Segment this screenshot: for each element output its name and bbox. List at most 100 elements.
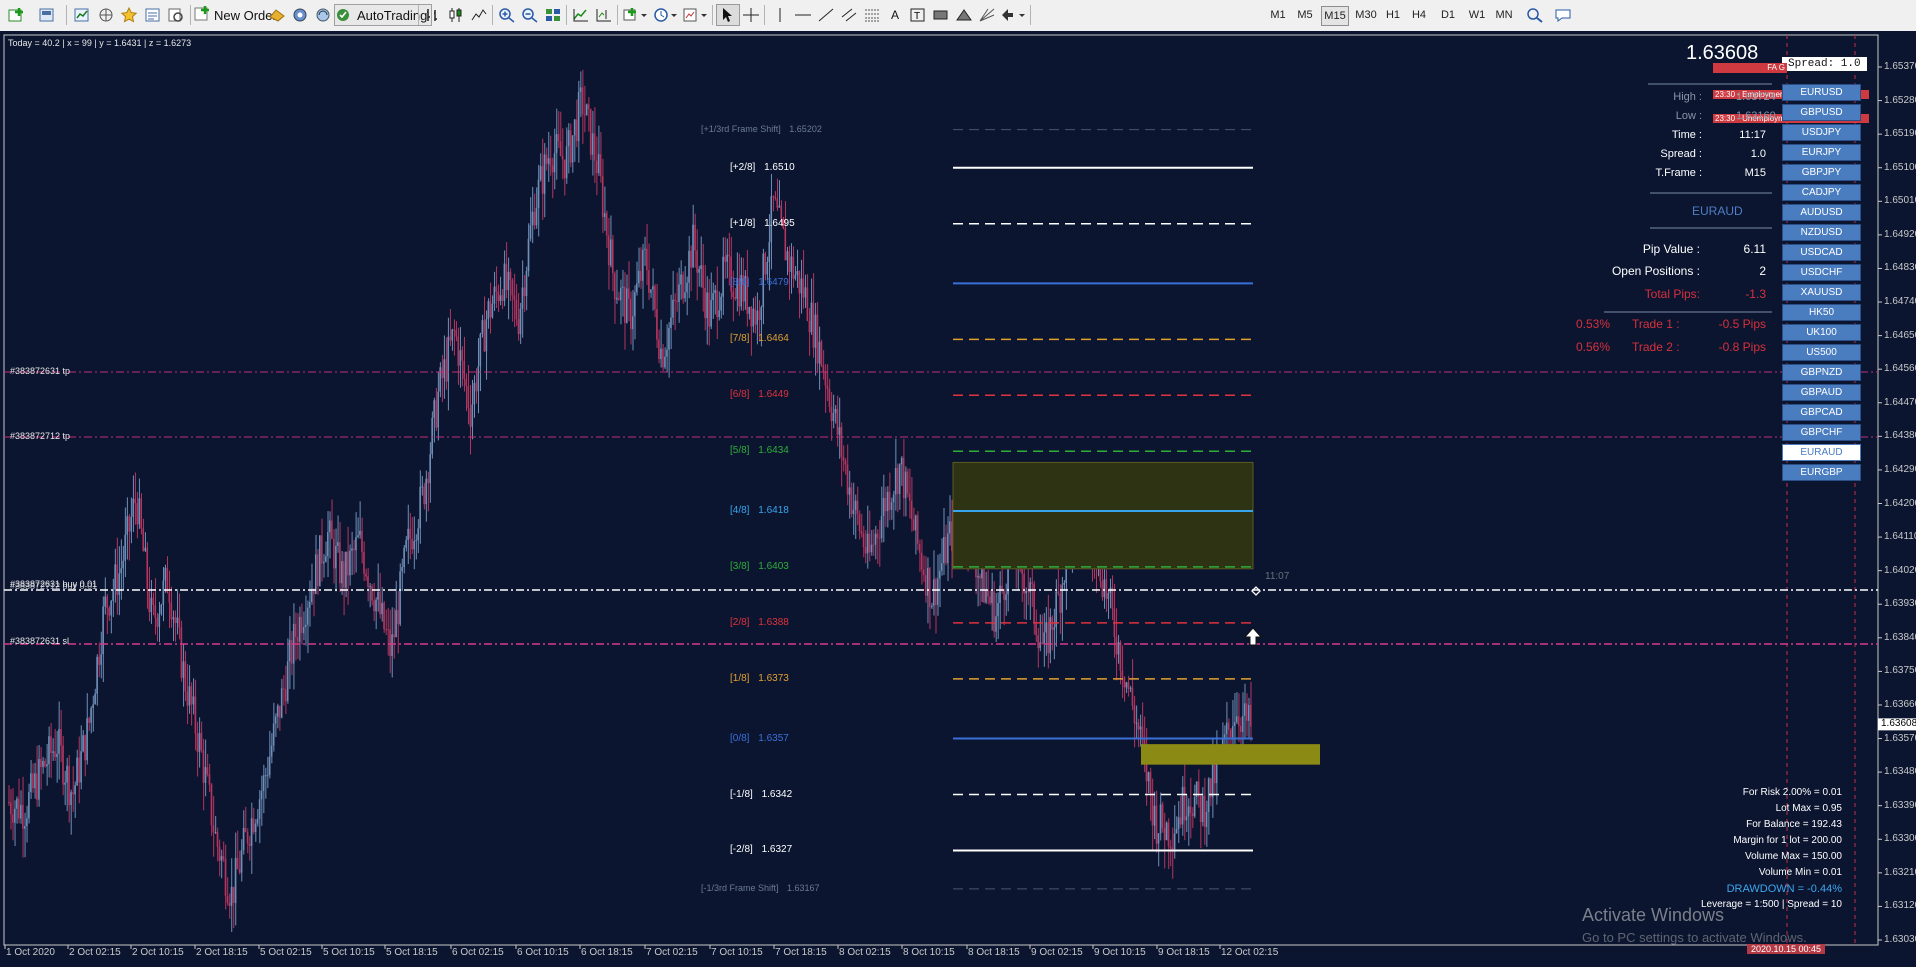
- candle-body: [196, 733, 199, 752]
- zoom-in-icon[interactable]: [496, 4, 518, 26]
- text-tool-icon[interactable]: A: [884, 4, 906, 26]
- risk-line: Lot Max = 0.95: [1775, 803, 1842, 814]
- info-value: 11:17: [1739, 129, 1766, 141]
- chat-icon[interactable]: [1552, 4, 1574, 26]
- candle-body: [1105, 579, 1108, 599]
- candle-body: [892, 494, 895, 503]
- symbol-button-eurjpy[interactable]: EURJPY: [1782, 144, 1861, 161]
- symbol-button-nzdusd[interactable]: NZDUSD: [1782, 224, 1861, 241]
- candle-body: [78, 757, 80, 783]
- tile-windows-icon[interactable]: [542, 4, 564, 26]
- candle-body: [1225, 722, 1228, 735]
- gann-tool-icon[interactable]: [976, 4, 998, 26]
- timeframe-m15-button[interactable]: M15: [1321, 6, 1349, 26]
- zoom-out-icon[interactable]: [519, 4, 541, 26]
- candle-body: [714, 290, 716, 294]
- periods-icon[interactable]: [651, 4, 679, 26]
- vps-icon[interactable]: [312, 4, 334, 26]
- candle-body: [509, 271, 512, 280]
- candle-body: [306, 607, 309, 625]
- channel-tool-icon[interactable]: [838, 4, 860, 26]
- timeframe-mn-button[interactable]: MN: [1493, 6, 1515, 24]
- timeframe-h4-button[interactable]: H4: [1408, 6, 1430, 24]
- favorites-star-icon[interactable]: [118, 4, 140, 26]
- candle-body: [1243, 703, 1246, 716]
- chart-area[interactable]: 1.65370 1.65280 1.65190 1.65100 1.65010 1.649…: [0, 31, 1916, 967]
- symbol-button-xauusd[interactable]: XAUUSD: [1782, 284, 1861, 301]
- symbol-button-gbpusd[interactable]: GBPUSD: [1782, 104, 1861, 121]
- symbol-button-gbpaud[interactable]: GBPAUD: [1782, 384, 1861, 401]
- trade-pips: -0.5 Pips: [1718, 317, 1766, 331]
- symbol-button-hk50[interactable]: HK50: [1782, 304, 1861, 321]
- symbol-button-gbpnzd[interactable]: GBPNZD: [1782, 364, 1861, 381]
- fibonacci-tool-icon[interactable]: [861, 4, 883, 26]
- horizontal-line-tool-icon[interactable]: [792, 4, 814, 26]
- timeframe-m30-button[interactable]: M30: [1353, 6, 1379, 24]
- symbol-button-gbpchf[interactable]: GBPCHF: [1782, 424, 1861, 441]
- symbol-button-usdjpy[interactable]: USDJPY: [1782, 124, 1861, 141]
- autoscroll-icon[interactable]: [570, 4, 592, 26]
- candle-body: [880, 516, 883, 539]
- candle-body: [828, 388, 831, 407]
- candle-body: [519, 308, 522, 335]
- buy-arrow-icon: [1243, 627, 1263, 646]
- timeframe-h1-button[interactable]: H1: [1382, 6, 1404, 24]
- indicators-icon[interactable]: [621, 4, 649, 26]
- bar-chart-icon[interactable]: [422, 4, 444, 26]
- timeframe-d1-button[interactable]: D1: [1437, 6, 1459, 24]
- line-chart-icon[interactable]: [468, 4, 490, 26]
- terminal-icon[interactable]: [142, 4, 164, 26]
- candle-body: [335, 545, 337, 569]
- symbol-button-gbpjpy[interactable]: GBPJPY: [1782, 164, 1861, 181]
- crosshair-tool-icon[interactable]: [740, 4, 762, 26]
- vertical-line-tool-icon[interactable]: [769, 4, 791, 26]
- templates-icon[interactable]: [681, 4, 709, 26]
- candle-body: [142, 528, 145, 551]
- new-chart-icon[interactable]: [6, 4, 28, 26]
- candle-body: [1117, 642, 1120, 655]
- candle-body: [1119, 642, 1122, 671]
- candle-body: [190, 686, 193, 705]
- timeframe-w1-button[interactable]: W1: [1466, 6, 1488, 24]
- timeframe-m1-button[interactable]: M1: [1267, 6, 1289, 24]
- symbol-button-eurgbp[interactable]: EURGBP: [1782, 464, 1861, 481]
- symbol-button-cadjpy[interactable]: CADJPY: [1782, 184, 1861, 201]
- candle-body: [932, 579, 935, 606]
- text-label-tool-icon[interactable]: T: [907, 4, 929, 26]
- candle-body: [888, 491, 891, 511]
- rectangle-tool-icon[interactable]: [930, 4, 952, 26]
- candle-body: [754, 308, 757, 325]
- trendline-tool-icon[interactable]: [815, 4, 837, 26]
- triangle-tool-icon[interactable]: [953, 4, 975, 26]
- search-icon[interactable]: [1524, 4, 1546, 26]
- tester-icon[interactable]: [165, 4, 187, 26]
- market-icon[interactable]: [289, 4, 311, 26]
- candle-body: [529, 225, 532, 239]
- signals-icon[interactable]: [266, 4, 288, 26]
- symbol-button-euraud[interactable]: EURAUD: [1782, 444, 1861, 461]
- symbol-button-usdchf[interactable]: USDCHF: [1782, 264, 1861, 281]
- symbol-button-audusd[interactable]: AUDUSD: [1782, 204, 1861, 221]
- symbol-button-usdcad[interactable]: USDCAD: [1782, 244, 1861, 261]
- candle-body: [224, 859, 227, 896]
- cursor-tool-icon[interactable]: [716, 4, 740, 26]
- candle-body: [182, 661, 185, 678]
- candle-body: [581, 87, 584, 115]
- chart-shift-icon[interactable]: [593, 4, 615, 26]
- symbol-button-uk100[interactable]: UK100: [1782, 324, 1861, 341]
- symbol-button-gbpcad[interactable]: GBPCAD: [1782, 404, 1861, 421]
- candle-body: [778, 205, 781, 208]
- candle-body: [144, 547, 147, 551]
- candle-body: [280, 688, 283, 718]
- total-pips-label: Total Pips:: [1644, 287, 1700, 301]
- navigator-icon[interactable]: [95, 4, 117, 26]
- arrows-tool-icon[interactable]: [999, 4, 1027, 26]
- timeframe-m5-button[interactable]: M5: [1294, 6, 1316, 24]
- symbol-button-us500[interactable]: US500: [1782, 344, 1861, 361]
- market-watch-icon[interactable]: [71, 4, 93, 26]
- symbol-button-eurusd[interactable]: EURUSD: [1782, 84, 1861, 101]
- pip-value-label: Pip Value :: [1642, 242, 1700, 256]
- candlestick-icon[interactable]: [445, 4, 467, 26]
- candle-body: [146, 547, 149, 590]
- profiles-icon[interactable]: [36, 4, 58, 26]
